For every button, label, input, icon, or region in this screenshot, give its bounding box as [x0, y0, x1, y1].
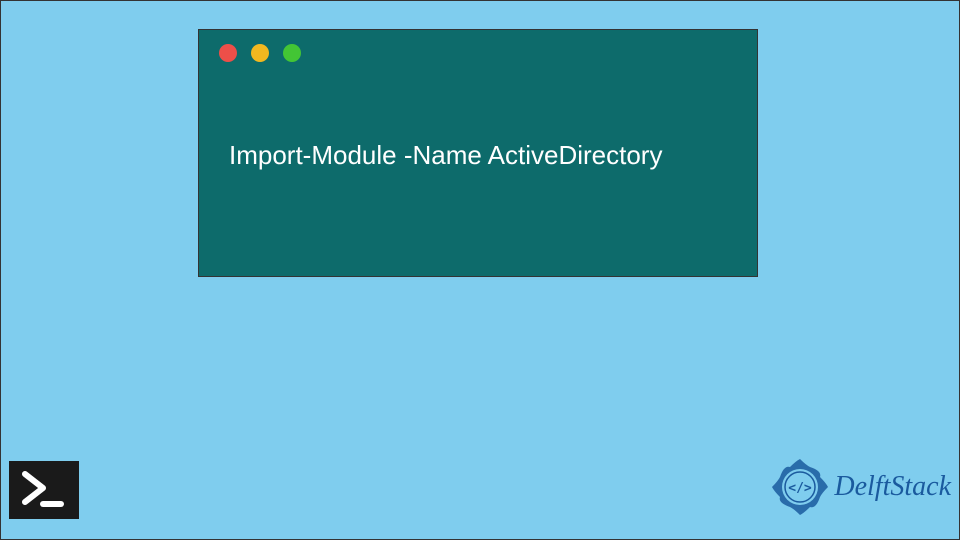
terminal-code: Import-Module -Name ActiveDirectory — [199, 62, 757, 171]
svg-text:</>: </> — [789, 481, 813, 496]
minimize-icon — [251, 44, 269, 62]
window-title-bar — [199, 30, 757, 62]
delftstack-logo: </> DelftStack — [768, 455, 951, 519]
powershell-icon — [9, 461, 79, 519]
terminal-window: Import-Module -Name ActiveDirectory — [198, 29, 758, 277]
delftstack-badge-icon: </> — [768, 455, 832, 519]
maximize-icon — [283, 44, 301, 62]
close-icon — [219, 44, 237, 62]
brand-name: DelftStack — [834, 471, 951, 503]
